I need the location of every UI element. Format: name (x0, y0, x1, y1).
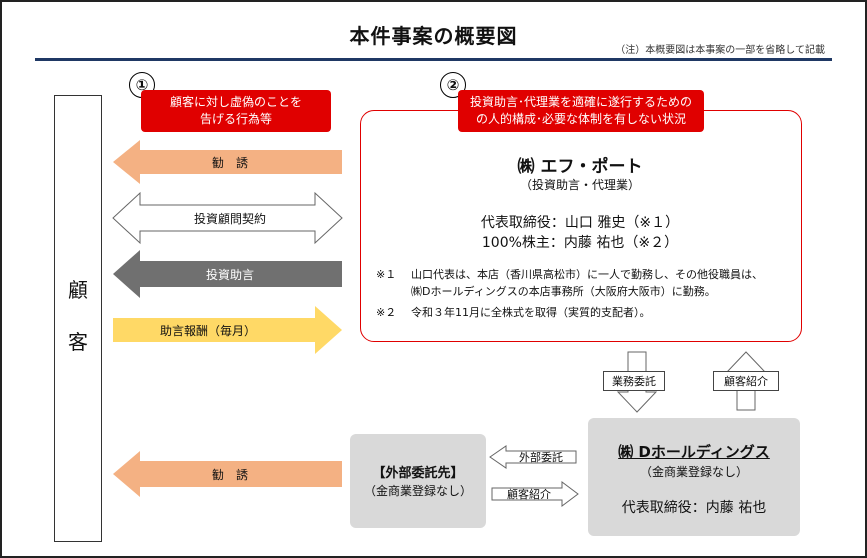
firm-name: ㈱ エフ・ポート (517, 157, 643, 177)
business-delegation-label: 業務委託 (603, 371, 665, 391)
outsource-name: 【外部委託先】 (372, 466, 464, 481)
holdings-name: ㈱ Dホールディングス (618, 443, 770, 461)
issue-2-label: 投資助言･代理業を適確に遂行するための の人的構成･必要な体制を有しない状況 (458, 90, 704, 132)
advice-label: 投資助言 (205, 267, 254, 282)
customer-box: 顧 客 (54, 95, 102, 542)
firm-owner: 100%株主：内藤 祐也（※２） (481, 235, 679, 251)
solicit-label-lower: 勧 誘 (211, 467, 248, 482)
outsource-status: （金商業登録なし） (363, 484, 472, 498)
issue-1-line2: 告げる行為等 (199, 112, 272, 126)
fee-label: 助言報酬（毎月） (159, 323, 256, 338)
customer-label-1: 顧 (68, 278, 88, 302)
customer-referral-right-label: 顧客紹介 (507, 488, 551, 501)
issue-2-line1: 投資助言･代理業を適確に遂行するための (469, 95, 692, 109)
issue-2-line2: の人的構成･必要な体制を有しない状況 (475, 112, 686, 126)
customer-label-2: 客 (68, 330, 88, 354)
external-delegation-label: 外部委託 (519, 451, 563, 464)
firm-note2-mark: ※２ (376, 306, 397, 319)
holdings-status: （金商業登録なし） (639, 465, 748, 479)
holdings-ceo: 代表取締役：内藤 祐也 (621, 500, 767, 516)
firm-note1-line2: ㈱Dホールディングスの本店事務所（大阪府大阪市）に勤務。 (411, 285, 716, 298)
firm-note1-line1: 山口代表は、本店（香川県高松市）に一人で勤務し、その他役職員は、 (411, 268, 763, 281)
firm-note2-line1: 令和３年11月に全株式を取得（実質的支配者）。 (411, 306, 651, 319)
firm-type: （投資助言・代理業） (519, 178, 640, 192)
firm-note1-mark: ※１ (376, 268, 397, 281)
outsource-box (350, 434, 486, 528)
customer-referral-up-label: 顧客紹介 (713, 371, 779, 391)
issue-1-line1: 顧客に対し虚偽のことを (169, 95, 302, 109)
contract-label: 投資顧問契約 (193, 211, 266, 226)
solicit-label: 勧 誘 (211, 155, 248, 170)
issue-1-label: 顧客に対し虚偽のことを 告げる行為等 (141, 90, 331, 132)
firm-ceo: 代表取締役：山口 雅史（※１） (480, 215, 680, 231)
